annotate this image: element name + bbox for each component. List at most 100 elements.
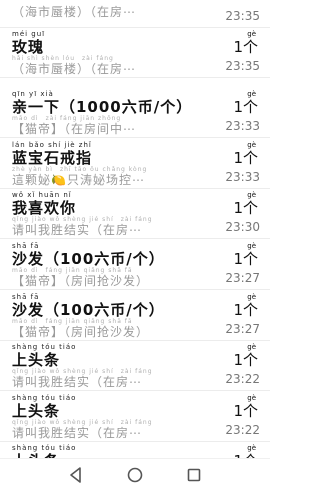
gift-time: 23:22: [225, 423, 260, 437]
gift-quantity-text: 1个: [233, 402, 258, 420]
gift-name: shàng tóu tiáo上头条: [12, 444, 76, 459]
gift-sender-pinyin: māo dì fáng jiān qiǎng shā fā: [12, 267, 133, 274]
gift-sender: hǎi shì shèn lóu zài fáng （海市蜃楼）（在房⋯: [12, 55, 136, 76]
gift-list-item[interactable]: lán bǎo shí jiè zhǐ 蓝宝石戒指 zhè yàn bì zhī t…: [0, 139, 270, 189]
recent-apps-icon[interactable]: [182, 465, 206, 485]
gift-quantity: gè1个: [233, 191, 258, 217]
gift-quantity: gè1个: [233, 444, 258, 459]
gift-list-item[interactable]: méi guī 玫瑰 hǎi shì shèn lóu zài fáng （海市蜃楼）…: [0, 28, 270, 78]
gift-quantity: gè1个: [233, 343, 258, 369]
gift-time: 23:33: [225, 119, 260, 133]
system-navigation-bar: [0, 458, 270, 491]
row-divider: [0, 390, 270, 391]
gift-quantity-pinyin: gè: [247, 242, 256, 250]
gift-sender-pinyin: zhè yàn bì zhī tāo ōu chǎng kòng: [12, 166, 148, 173]
gift-name-pinyin: shā fā: [12, 293, 40, 301]
gift-time: 23:30: [225, 220, 260, 234]
gift-quantity: gè1个: [233, 242, 258, 268]
gift-name-text: 我喜欢你: [12, 199, 77, 217]
row-divider: [0, 137, 270, 138]
gift-name-pinyin: shàng tóu tiáo: [12, 394, 77, 402]
gift-list-item[interactable]: 玫瑰（海市蜃楼）（在房⋯1个23:35: [0, 0, 270, 28]
gift-time: 23:27: [225, 322, 260, 336]
gift-quantity-pinyin: gè: [247, 394, 256, 402]
gift-name-pinyin: méi guī: [12, 30, 46, 38]
gift-time: 23:27: [225, 271, 260, 285]
gift-sender-pinyin: qǐng jiào wǒ shèng jié shí zài fáng: [12, 368, 153, 375]
gift-quantity: gè1个: [233, 90, 258, 116]
gift-sender: zhè yàn bì zhī tāo ōu chǎng kòng 這颗妼🍋只涛妼场…: [12, 166, 147, 187]
gift-name: méi guī 玫瑰: [12, 30, 45, 56]
gift-name-pinyin: shā fā: [12, 242, 40, 250]
gift-list-item[interactable]: shàng tóu tiáo上头条 gè1个: [0, 442, 270, 459]
gift-list-item[interactable]: shā fā 沙发（100六币/个） māo dì fáng jiān qiǎng …: [0, 291, 270, 341]
gift-time: 23:22: [225, 372, 260, 386]
gift-quantity-text: 1个: [233, 38, 258, 56]
gift-sender: qǐng jiào wǒ shèng jié shí zài fáng 请叫我胜结…: [12, 419, 153, 440]
gift-quantity-pinyin: gè: [247, 141, 256, 149]
gift-name-pinyin: lán bǎo shí jiè zhǐ: [12, 141, 92, 149]
gift-sender: qǐng jiào wǒ shèng jié shí zài fáng 请叫我胜结…: [12, 216, 153, 237]
gift-sender-text: （海市蜃楼）（在房⋯: [12, 5, 137, 19]
gift-sender-text: 【猫帝】（在房间中⋯: [12, 122, 137, 136]
gift-name-text: 沙发（100六币/个）: [12, 301, 165, 319]
gift-time: 23:35: [225, 59, 260, 73]
gift-quantity-text: 1个: [233, 351, 258, 369]
gift-quantity-text: 1个: [233, 301, 258, 319]
gift-quantity: gè1个: [233, 293, 258, 319]
gift-name-pinyin: wǒ xǐ huān nǐ: [12, 191, 72, 199]
gift-sender: māo dì fáng jiān qiǎng shā fā 【猫帝】（房间抢沙发）: [12, 267, 149, 288]
gift-quantity-pinyin: gè: [247, 30, 256, 38]
gift-quantity-pinyin: gè: [247, 343, 256, 351]
gift-sender-pinyin: qǐng jiào wǒ shèng jié shí zài fáng: [12, 216, 153, 223]
row-divider: [0, 77, 270, 78]
gift-list-item[interactable]: wǒ xǐ huān nǐ 我喜欢你 qǐng jiào wǒ shèng jié …: [0, 189, 270, 239]
gift-name-pinyin: qīn yī xià: [12, 90, 54, 98]
gift-quantity-text: 1个: [233, 149, 258, 167]
gift-sender-pinyin: māo dì zài fáng jiān zhōng: [12, 115, 122, 122]
gift-name-text: 亲一下（1000六币/个）: [12, 98, 193, 116]
gift-name: shā fā 沙发（100六币/个）: [12, 293, 165, 319]
gift-quantity: gè1个: [233, 141, 258, 167]
back-icon[interactable]: [64, 465, 88, 485]
gift-time: 23:35: [225, 9, 260, 23]
gift-history-list[interactable]: 玫瑰（海市蜃楼）（在房⋯1个23:35méi guī玫瑰hǎi shì shèn…: [0, 0, 270, 459]
gift-quantity-pinyin: gè: [247, 191, 256, 199]
gift-quantity-text: 1个: [233, 98, 258, 116]
gift-quantity-pinyin: gè: [247, 90, 256, 98]
gift-sender: māo dì zài fáng jiān zhōng 【猫帝】（在房间中⋯: [12, 115, 136, 136]
gift-list-item[interactable]: qīn yī xià 亲一下（1000六币/个） māo dì zài fáng j…: [0, 88, 270, 138]
gift-sender-text: 這颗妼🍋只涛妼场控⋯: [12, 173, 145, 187]
gift-sender-text: 请叫我胜结实（在房⋯: [12, 223, 143, 237]
gift-name-text: 玫瑰: [12, 38, 45, 56]
gift-name: shàng tóu tiáo上头条: [12, 394, 76, 420]
gift-quantity-pinyin: gè: [247, 293, 256, 301]
gift-quantity-text: 1个: [233, 250, 258, 268]
gift-sender: （海市蜃楼）（在房⋯: [12, 5, 136, 19]
gift-name: shā fā 沙发（100六币/个）: [12, 242, 165, 268]
gift-sender: qǐng jiào wǒ shèng jié shí zài fáng 请叫我胜结…: [12, 368, 153, 389]
gift-name: lán bǎo shí jiè zhǐ 蓝宝石戒指: [12, 141, 92, 167]
gift-sender-text: 请叫我胜结实（在房⋯: [12, 426, 143, 440]
gift-quantity: gè1个: [233, 394, 258, 420]
gift-sender-text: 【猫帝】（房间抢沙发）: [12, 325, 150, 339]
gift-name-text: 上头条: [12, 351, 61, 369]
gift-sender-text: 【猫帝】（房间抢沙发）: [12, 274, 150, 288]
gift-list-item[interactable]: shàng tóu tiáo 上头条 qǐng jiào wǒ shèng jié …: [0, 392, 270, 442]
gift-sender-pinyin: hǎi shì shèn lóu zài fáng: [12, 55, 114, 62]
gift-quantity-pinyin: gè: [247, 444, 256, 452]
gift-list-item[interactable]: shā fā 沙发（100六币/个） māo dì fáng jiān qiǎng …: [0, 240, 270, 290]
gift-list-item[interactable]: shàng tóu tiáo 上头条 qǐng jiào wǒ shèng jié …: [0, 341, 270, 391]
home-icon[interactable]: [123, 465, 147, 485]
gift-sender-text: （海市蜃楼）（在房⋯: [12, 62, 137, 76]
gift-sender-pinyin: qǐng jiào wǒ shèng jié shí zài fáng: [12, 419, 153, 426]
gift-name-pinyin: shàng tóu tiáo: [12, 343, 77, 351]
gift-sender-text: 请叫我胜结实（在房⋯: [12, 375, 143, 389]
row-divider: [0, 238, 270, 239]
row-divider: [0, 289, 270, 290]
gift-name-text: 上头条: [12, 402, 61, 420]
gift-name-text: 蓝宝石戒指: [12, 149, 93, 167]
gift-name: shàng tóu tiáo上头条: [12, 343, 76, 369]
gift-name: qīn yī xià 亲一下（1000六币/个）: [12, 90, 192, 116]
gift-name: wǒ xǐ huān nǐ 我喜欢你: [12, 191, 76, 217]
